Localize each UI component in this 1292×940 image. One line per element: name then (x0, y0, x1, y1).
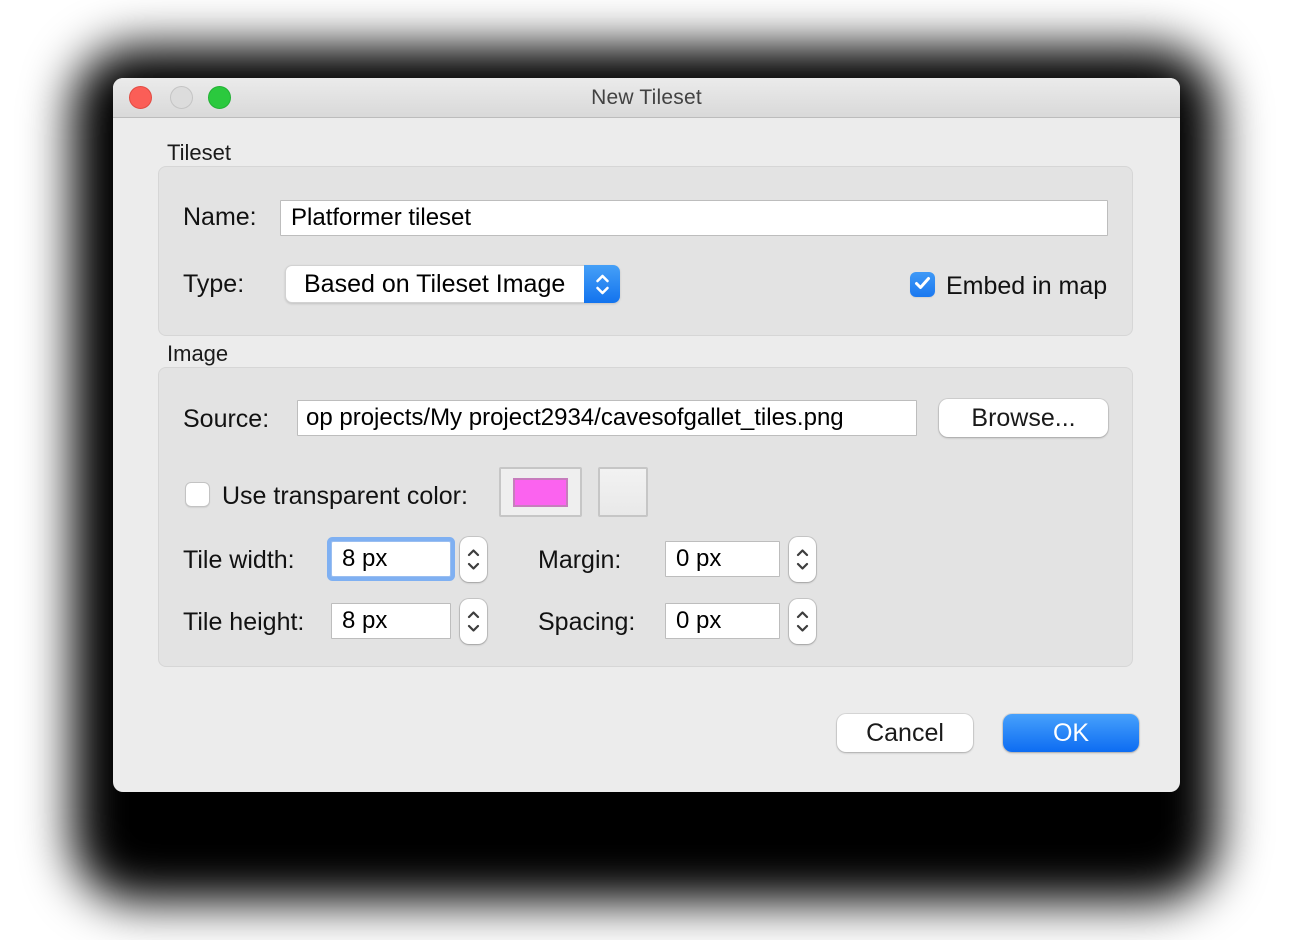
browse-button[interactable]: Browse... (939, 399, 1108, 437)
spacing-input[interactable] (665, 603, 780, 639)
name-label: Name: (183, 203, 257, 232)
color-picker-button[interactable] (598, 467, 648, 517)
type-selected-value: Based on Tileset Image (304, 266, 565, 302)
new-tileset-dialog: New Tileset Tileset Name: Type: Based on… (113, 78, 1180, 792)
chevron-up-icon (467, 549, 480, 557)
tile-width-label: Tile width: (183, 546, 295, 575)
tile-height-label: Tile height: (183, 608, 304, 637)
margin-label: Margin: (538, 546, 621, 575)
transparent-color-swatch-button[interactable] (499, 467, 582, 517)
chevron-up-down-icon (584, 265, 620, 303)
source-label: Source: (183, 405, 269, 434)
ok-button[interactable]: OK (1003, 714, 1139, 752)
chevron-up-icon (796, 549, 809, 557)
tile-height-input[interactable] (331, 603, 451, 639)
margin-input[interactable] (665, 541, 780, 577)
use-transparent-color-label: Use transparent color: (222, 482, 468, 511)
type-select[interactable]: Based on Tileset Image (285, 265, 620, 303)
chevron-down-icon (467, 562, 480, 570)
tile-height-stepper[interactable] (460, 599, 487, 644)
embed-in-map-label: Embed in map (946, 272, 1107, 301)
tileset-group-label: Tileset (167, 140, 231, 166)
chevron-up-icon (467, 611, 480, 619)
margin-stepper[interactable] (789, 537, 816, 582)
color-swatch (513, 478, 568, 507)
checkmark-icon (914, 276, 931, 290)
embed-in-map-checkbox[interactable] (910, 272, 935, 297)
titlebar[interactable]: New Tileset (113, 78, 1180, 118)
chevron-down-icon (796, 624, 809, 632)
image-group-label: Image (167, 341, 228, 367)
cancel-button[interactable]: Cancel (837, 714, 973, 752)
tile-width-input[interactable] (331, 541, 451, 577)
spacing-label: Spacing: (538, 608, 635, 637)
window-title: New Tileset (113, 78, 1180, 118)
name-input[interactable] (280, 200, 1108, 236)
tileset-groupbox (158, 166, 1133, 336)
use-transparent-color-checkbox[interactable] (185, 482, 210, 507)
source-input[interactable] (297, 400, 917, 436)
type-label: Type: (183, 270, 244, 299)
chevron-down-icon (467, 624, 480, 632)
tile-width-stepper[interactable] (460, 537, 487, 582)
spacing-stepper[interactable] (789, 599, 816, 644)
chevron-down-icon (796, 562, 809, 570)
chevron-up-icon (796, 611, 809, 619)
